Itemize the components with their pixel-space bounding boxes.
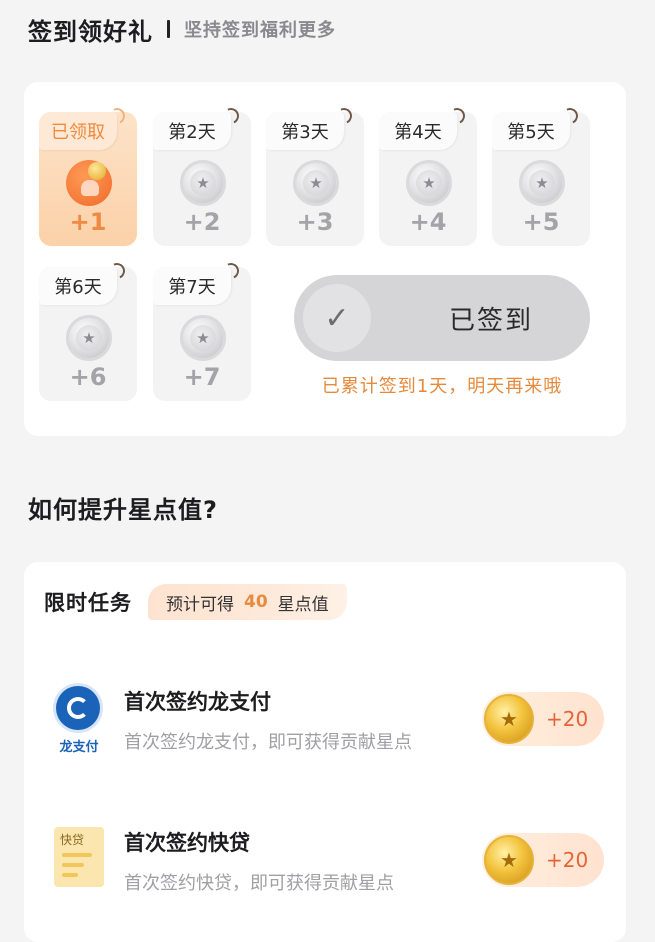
checkin-day-4[interactable]: 第4天 ★ +4: [379, 112, 477, 246]
streak-text: 已累计签到1天，明天再来哦: [321, 376, 563, 397]
day-reward: +4: [409, 208, 447, 236]
day-reward: +5: [522, 208, 560, 236]
task-points: +20: [546, 707, 589, 731]
quick-loan-icon: 快贷: [52, 827, 106, 897]
task-points-badge[interactable]: ★ +20: [482, 833, 604, 887]
logo-caption: 快贷: [60, 833, 85, 847]
silver-star-coin-icon: ★: [180, 315, 226, 361]
day-tag: 第7天: [153, 267, 231, 305]
estimate-prefix: 预计可得: [166, 594, 234, 615]
silver-star-coin-icon: ★: [66, 315, 112, 361]
silver-star-coin-icon: ★: [406, 160, 452, 206]
day-tag: 第3天: [266, 112, 344, 150]
tasks-title: 限时任务: [44, 591, 132, 615]
task-item[interactable]: 龙支付 首次签约龙支付 首次签约龙支付，即可获得贡献星点 ★ +20: [24, 678, 626, 778]
checkin-day-1[interactable]: 已领取 +1: [39, 112, 137, 246]
estimate-suffix: 星点值: [277, 594, 329, 615]
checkin-day-5[interactable]: 第5天 ★ +5: [492, 112, 590, 246]
day-tag: 已领取: [39, 112, 117, 150]
gold-star-coin-icon: ★: [484, 835, 534, 885]
silver-star-coin-icon: ★: [519, 160, 565, 206]
task-desc: 首次签约快贷，即可获得贡献星点: [124, 873, 394, 894]
claimed-gift-icon: [66, 160, 112, 206]
day-reward: +6: [69, 363, 107, 391]
day-tag: 第5天: [492, 112, 570, 150]
day-reward: +2: [183, 208, 221, 236]
title-divider: [167, 20, 170, 38]
day-tag: 第6天: [39, 267, 117, 305]
checkin-day-2[interactable]: 第2天 ★ +2: [153, 112, 251, 246]
checkin-day-7[interactable]: 第7天 ★ +7: [153, 267, 251, 401]
task-desc: 首次签约龙支付，即可获得贡献星点: [124, 732, 412, 753]
checkmark-icon: ✓: [303, 284, 371, 352]
signed-in-button[interactable]: ✓ 已签到: [294, 275, 590, 361]
day-reward: +7: [183, 363, 221, 391]
day-reward: +3: [296, 208, 334, 236]
long-pay-icon: 龙支付: [52, 686, 106, 756]
page-header: 签到领好礼 坚持签到福利更多: [28, 12, 336, 46]
estimate-value: 40: [244, 592, 268, 612]
day-tag: 第4天: [379, 112, 457, 150]
boost-section-title: 如何提升星点值?: [28, 496, 218, 524]
day-tag: 第2天: [153, 112, 231, 150]
tasks-card: 限时任务 预计可得 40 星点值 龙支付 首次签约龙支付 首次签约龙支付，即可获…: [24, 562, 626, 942]
gold-star-coin-icon: ★: [484, 694, 534, 744]
page-subtitle: 坚持签到福利更多: [184, 20, 336, 41]
task-points-badge[interactable]: ★ +20: [482, 692, 604, 746]
tasks-header: 限时任务 预计可得 40 星点值: [44, 584, 347, 620]
task-points: +20: [546, 848, 589, 872]
estimate-badge: 预计可得 40 星点值: [148, 584, 347, 620]
task-item[interactable]: 快贷 首次签约快贷 首次签约快贷，即可获得贡献星点 ★ +20: [24, 819, 626, 919]
signed-in-label: 已签到: [448, 305, 533, 336]
silver-star-coin-icon: ★: [180, 160, 226, 206]
page-title: 签到领好礼: [28, 17, 153, 46]
day-reward: +1: [69, 208, 107, 236]
checkin-day-6[interactable]: 第6天 ★ +6: [39, 267, 137, 401]
silver-star-coin-icon: ★: [293, 160, 339, 206]
task-name: 首次签约快贷: [124, 831, 250, 855]
logo-caption: 龙支付: [59, 740, 99, 755]
task-name: 首次签约龙支付: [124, 690, 271, 714]
checkin-card: 已领取 +1 第2天 ★ +2 第3天 ★ +3 第4天 ★ +4 第5天 ★ …: [24, 82, 626, 436]
checkin-day-3[interactable]: 第3天 ★ +3: [266, 112, 364, 246]
